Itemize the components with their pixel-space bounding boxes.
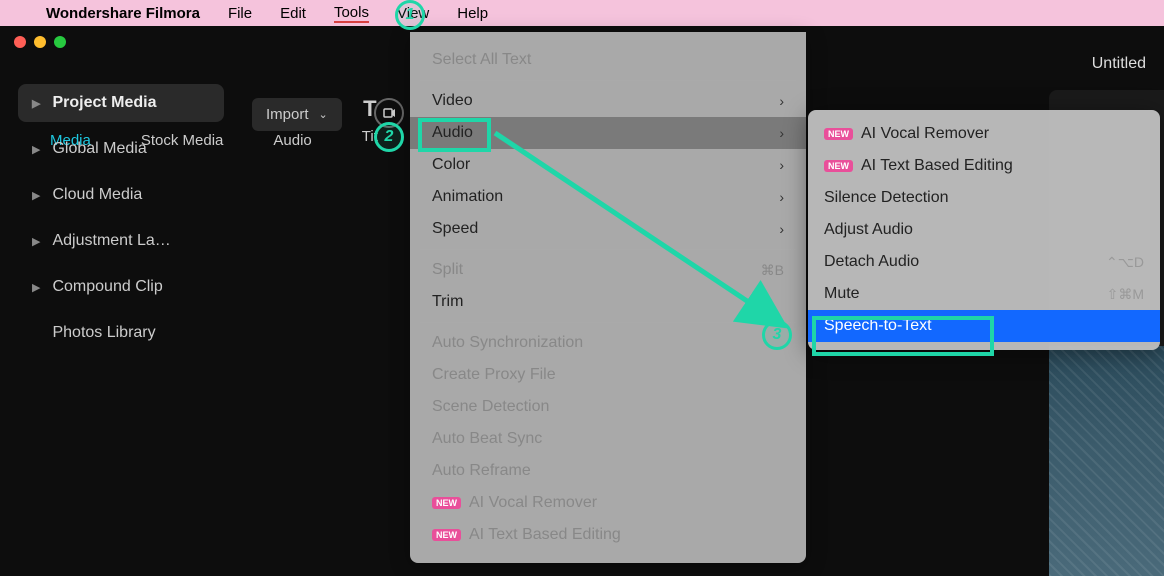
sidebar-item-label: Cloud Media [52,186,142,204]
sidebar-item-compound-clip[interactable]: ▶ Compound Clip [18,268,224,306]
menu-separator [420,249,796,250]
sidebar-item-label: Adjustment La… [52,232,170,250]
menu-file[interactable]: File [228,5,252,22]
menu-separator [420,322,796,323]
record-button[interactable] [374,98,404,128]
preview-thumbnail [1049,346,1164,576]
macos-menubar: Wondershare Filmora File Edit Tools View… [0,0,1164,26]
menu-item-animation[interactable]: Animation› [410,181,806,213]
menu-item-color[interactable]: Color› [410,149,806,181]
menu-tools[interactable]: Tools [334,4,369,23]
menu-item-proxy[interactable]: Create Proxy File [410,359,806,391]
menu-item-ai-vocal-remover[interactable]: NEWAI Vocal Remover [410,487,806,519]
submenu-item-mute[interactable]: Mute⇧⌘M [808,278,1160,310]
menu-item-speed[interactable]: Speed› [410,213,806,245]
submenu-item-ai-text-editing[interactable]: NEWAI Text Based Editing [808,150,1160,182]
submenu-item-speech-to-text[interactable]: Speech-to-Text [808,310,1160,342]
tools-dropdown: Select All Text Video› Audio› Color› Ani… [410,32,806,563]
app-name: Wondershare Filmora [46,5,200,22]
chevron-right-icon: › [779,157,784,173]
submenu-item-adjust-audio[interactable]: Adjust Audio [808,214,1160,246]
project-title: Untitled [1092,55,1146,73]
menu-item-ai-text-editing[interactable]: NEWAI Text Based Editing [410,519,806,551]
audio-submenu: NEWAI Vocal Remover NEWAI Text Based Edi… [808,110,1160,350]
chevron-right-icon: › [779,125,784,141]
media-sidebar: ▶ Project Media ▶ Global Media ▶ Cloud M… [0,74,238,576]
chevron-right-icon: › [779,189,784,205]
menu-item-scene-detection[interactable]: Scene Detection [410,391,806,423]
sidebar-item-cloud-media[interactable]: ▶ Cloud Media [18,176,224,214]
import-label: Import [266,106,309,123]
submenu-item-silence-detection[interactable]: Silence Detection [808,182,1160,214]
menu-help[interactable]: Help [457,5,488,22]
menu-item-select-all-text[interactable]: Select All Text [410,44,806,76]
menu-item-auto-sync[interactable]: Auto Synchronization [410,327,806,359]
caret-right-icon: ▶ [32,97,40,110]
sidebar-item-photos-library[interactable]: ▶ Photos Library [18,314,224,352]
minimize-window-button[interactable] [34,36,46,48]
caret-right-icon: ▶ [32,189,40,202]
sidebar-item-label: Project Media [52,94,156,112]
fullscreen-window-button[interactable] [54,36,66,48]
chevron-right-icon: › [779,221,784,237]
submenu-item-ai-vocal-remover[interactable]: NEWAI Vocal Remover [808,118,1160,150]
chevron-down-icon: ⌄ [319,108,328,121]
close-window-button[interactable] [14,36,26,48]
sidebar-item-label: Compound Clip [52,278,162,296]
menu-view[interactable]: View [397,5,429,22]
caret-right-icon: ▶ [32,143,40,156]
menu-separator [420,80,796,81]
sidebar-item-project-media[interactable]: ▶ Project Media [18,84,224,122]
sidebar-item-adjustment-layer[interactable]: ▶ Adjustment La… [18,222,224,260]
menu-edit[interactable]: Edit [280,5,306,22]
menu-item-beat-sync[interactable]: Auto Beat Sync [410,423,806,455]
sidebar-item-global-media[interactable]: ▶ Global Media [18,130,224,168]
menu-item-split[interactable]: Split⌘B [410,254,806,286]
sidebar-item-label: Global Media [52,140,146,158]
caret-right-icon: ▶ [32,235,40,248]
menu-item-trim[interactable]: Trim [410,286,806,318]
import-button[interactable]: Import ⌄ [252,98,342,131]
menu-item-audio[interactable]: Audio› [410,117,806,149]
chevron-right-icon: › [779,93,784,109]
menu-item-auto-reframe[interactable]: Auto Reframe [410,455,806,487]
menu-item-video[interactable]: Video› [410,85,806,117]
submenu-item-detach-audio[interactable]: Detach Audio⌃⌥D [808,246,1160,278]
caret-right-icon: ▶ [32,281,40,294]
sidebar-item-label: Photos Library [52,324,155,342]
